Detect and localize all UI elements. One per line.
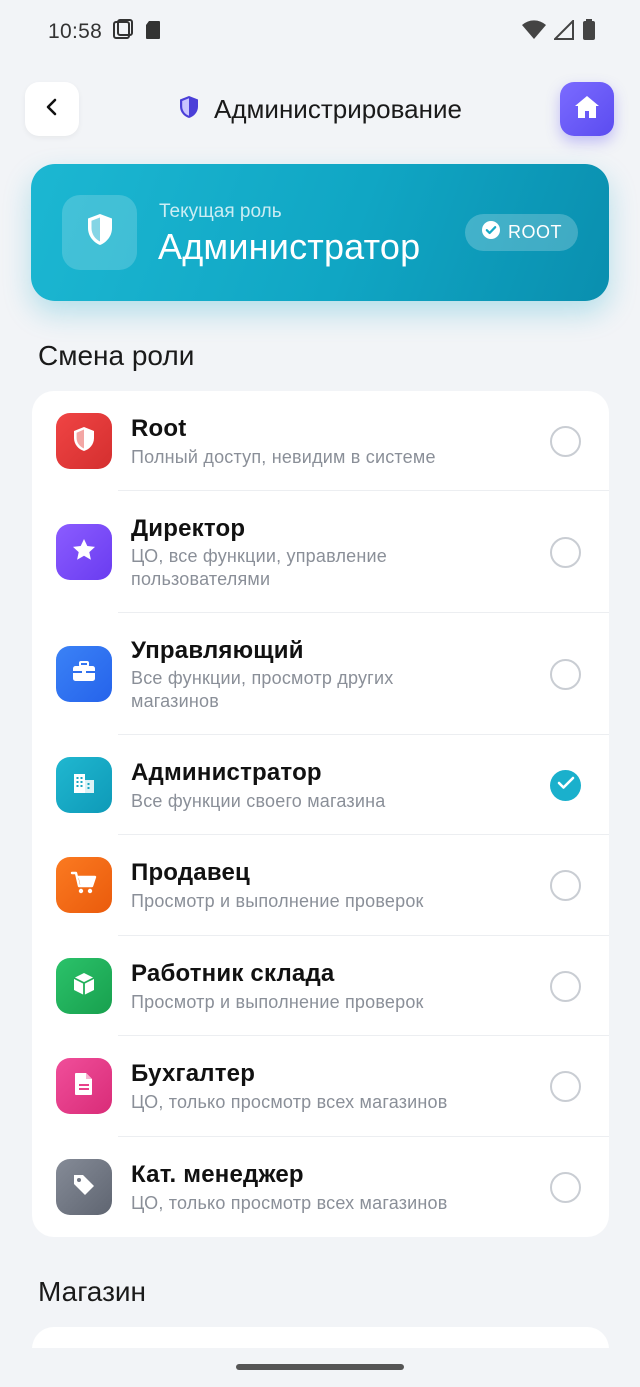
role-icon-warehouse-worker <box>56 958 112 1014</box>
role-radio-seller[interactable] <box>550 870 581 901</box>
status-left: 10:58 <box>48 18 162 46</box>
document-icon <box>73 1071 95 1102</box>
roles-list: Root Полный доступ, невидим в системе Ди… <box>32 391 609 1237</box>
role-desc: Полный доступ, невидим в системе <box>131 447 436 467</box>
shield-icon <box>178 95 200 124</box>
role-name: Продавец <box>131 859 250 886</box>
role-icon-manager <box>56 646 112 702</box>
star-icon <box>71 537 97 568</box>
status-right <box>522 18 596 46</box>
cart-icon <box>70 870 98 901</box>
signal-icon <box>552 18 574 45</box>
role-desc: Просмотр и выполнение проверок <box>131 891 424 911</box>
role-desc: Просмотр и выполнение проверок <box>131 992 424 1012</box>
store-section-title: Магазин <box>38 1276 147 1307</box>
current-role-label: Текущая роль <box>159 201 282 222</box>
briefcase-icon <box>71 660 97 689</box>
role-name: Управляющий <box>131 637 304 664</box>
role-item-root[interactable]: Root Полный доступ, невидим в системе <box>32 391 609 491</box>
home-icon <box>574 95 600 124</box>
role-desc: Все функции своего магазина <box>131 791 386 811</box>
role-name: Директор <box>131 515 246 542</box>
tag-icon <box>71 1172 97 1203</box>
role-name: Работник склада <box>131 960 335 987</box>
role-section-title: Смена роли <box>38 340 195 371</box>
wifi-icon <box>522 19 546 45</box>
role-item-manager[interactable]: Управляющий Все функции, просмотр других… <box>32 613 609 735</box>
role-icon-category-manager <box>56 1159 112 1215</box>
current-role-icon <box>62 195 137 270</box>
role-radio-category-manager[interactable] <box>550 1172 581 1203</box>
role-desc: ЦО, только просмотр всех магазинов <box>131 1092 448 1112</box>
role-name: Бухгалтер <box>131 1060 256 1087</box>
role-item-administrator[interactable]: Администратор Все функции своего магазин… <box>32 735 609 835</box>
current-role-value: Администратор <box>158 226 421 267</box>
page-title: Администрирование <box>214 93 462 124</box>
status-time: 10:58 <box>48 20 103 43</box>
role-radio-accountant[interactable] <box>550 1071 581 1102</box>
status-bar: 10:58 <box>0 0 640 64</box>
building-icon <box>71 770 97 801</box>
role-icon-seller <box>56 857 112 913</box>
role-icon-root <box>56 413 112 469</box>
role-name: Администратор <box>131 759 322 786</box>
role-radio-administrator[interactable] <box>550 770 581 801</box>
role-radio-warehouse-worker[interactable] <box>550 971 581 1002</box>
screenshot-icon <box>112 18 134 46</box>
role-radio-manager[interactable] <box>550 659 581 690</box>
role-icon-director <box>56 524 112 580</box>
role-item-seller[interactable]: Продавец Просмотр и выполнение проверок <box>32 835 609 936</box>
root-badge: ROOT <box>465 214 578 251</box>
root-badge-text: ROOT <box>508 222 562 242</box>
role-icon-accountant <box>56 1058 112 1114</box>
box-icon <box>71 971 97 1002</box>
header-title-wrap: Администрирование <box>0 82 640 136</box>
sd-card-icon <box>144 19 162 46</box>
home-indicator[interactable] <box>236 1364 404 1370</box>
battery-icon <box>582 18 596 46</box>
current-role-card: Текущая роль Администратор ROOT <box>31 164 609 301</box>
header: Администрирование <box>0 82 640 138</box>
role-item-category-manager[interactable]: Кат. менеджер ЦО, только просмотр всех м… <box>32 1137 609 1237</box>
role-item-accountant[interactable]: Бухгалтер ЦО, только просмотр всех магаз… <box>32 1036 609 1137</box>
check-icon <box>557 776 575 795</box>
role-name: Root <box>131 415 187 442</box>
role-item-director[interactable]: Директор ЦО, все функции, управление пол… <box>32 491 609 613</box>
home-button[interactable] <box>560 82 614 136</box>
role-desc: ЦО, только просмотр всех магазинов <box>131 1193 448 1213</box>
shield-icon <box>85 213 115 252</box>
shield-icon <box>72 426 96 457</box>
role-icon-administrator <box>56 757 112 813</box>
role-name: Кат. менеджер <box>131 1161 304 1188</box>
role-radio-root[interactable] <box>550 426 581 457</box>
role-item-warehouse-worker[interactable]: Работник склада Просмотр и выполнение пр… <box>32 936 609 1036</box>
role-desc: ЦО, все функции, управление пользователя… <box>131 546 387 589</box>
role-desc: Все функции, просмотр других магазинов <box>131 668 394 711</box>
verified-icon <box>481 220 501 245</box>
role-radio-director[interactable] <box>550 537 581 568</box>
